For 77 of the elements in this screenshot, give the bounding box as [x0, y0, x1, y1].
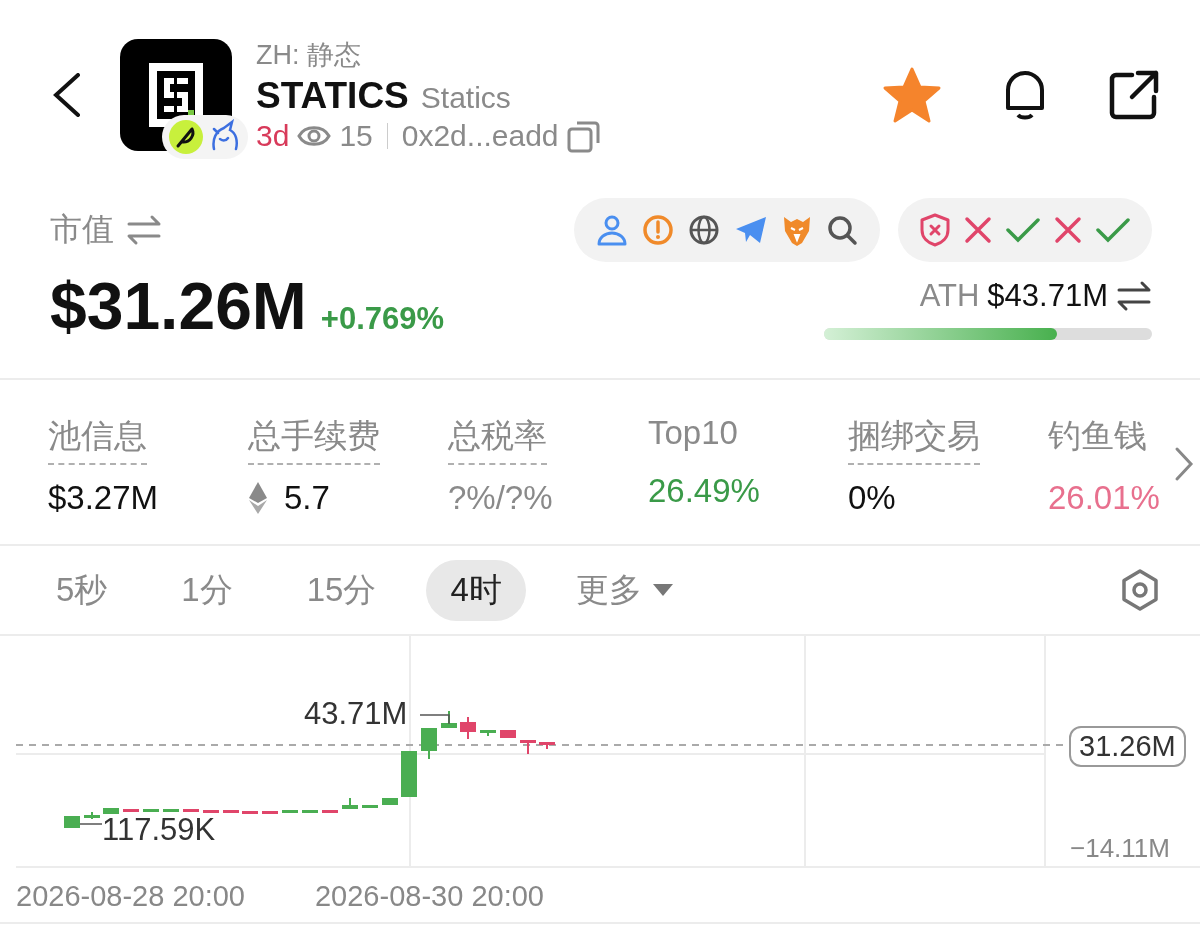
candle: [203, 810, 219, 813]
candle: [322, 810, 338, 813]
stat-label[interactable]: 总手续费: [248, 414, 380, 465]
search-icon[interactable]: [826, 214, 858, 246]
date-label: 2026-08-28 20:00: [16, 880, 245, 914]
axis-label: −14.11M: [1070, 833, 1170, 864]
token-symbol: STATICS: [256, 75, 409, 117]
chevron-right-icon[interactable]: [1174, 446, 1194, 482]
contract-address: 0x2d...eadd: [401, 119, 559, 153]
candle: [302, 810, 318, 813]
stat-label[interactable]: 池信息: [48, 414, 147, 465]
price-change: +0.769%: [320, 301, 445, 336]
timeframe-tab[interactable]: 5秒: [32, 559, 132, 621]
market-cap-label: 市值: [50, 210, 114, 249]
leader-line: [419, 714, 450, 725]
market-cap-value: $31.26M: [50, 269, 307, 343]
stat-value: ?%/?%: [448, 479, 553, 517]
candle: [500, 730, 516, 738]
ethereum-icon: [248, 481, 268, 515]
candle: [242, 811, 258, 814]
candle: [163, 809, 179, 812]
candle: [262, 811, 278, 814]
stat-label: 钓鱼钱: [1048, 416, 1147, 456]
star-icon[interactable]: [882, 66, 942, 124]
candle: [460, 717, 476, 739]
globe-icon[interactable]: [688, 214, 720, 246]
candle: [123, 809, 139, 812]
ath-label: ATH: [919, 278, 980, 314]
candle: [520, 740, 536, 754]
timeframe-tab[interactable]: 4时: [426, 559, 526, 621]
candle: [64, 816, 80, 828]
token-age: 3d: [256, 119, 290, 153]
chinese-name: ZH: 静态: [256, 39, 362, 72]
back-icon[interactable]: [52, 73, 82, 117]
stat-value: 26.01%: [1048, 479, 1160, 517]
candle: [84, 812, 100, 819]
candle: [282, 810, 298, 813]
candle: [382, 798, 398, 805]
candle: [421, 728, 437, 759]
eye-icon: [297, 123, 332, 149]
stat-value: $3.27M: [48, 479, 159, 517]
stat-value: 0%: [848, 479, 896, 517]
candle: [362, 805, 378, 808]
caret-down-icon: [651, 582, 674, 598]
candle: [539, 742, 555, 749]
share-icon[interactable]: [1108, 69, 1160, 121]
stat-value: 5.7: [284, 479, 330, 517]
candle: [143, 809, 159, 812]
low-price-label: 117.59K: [102, 812, 216, 848]
warning-icon[interactable]: [642, 214, 674, 246]
stat-value: 26.49%: [648, 472, 760, 510]
stat-label[interactable]: 总税率: [448, 414, 547, 465]
high-price-label: 43.71M: [304, 696, 408, 732]
leader-line: [79, 823, 103, 825]
paper-plane-icon[interactable]: [734, 214, 768, 246]
candle: [223, 810, 239, 813]
candle: [103, 808, 119, 814]
user-icon[interactable]: [596, 214, 628, 246]
view-count: 15: [339, 119, 373, 153]
current-price-tag: 31.26M: [1069, 726, 1186, 767]
candle: [480, 730, 496, 736]
date-label: 2026-08-30 20:00: [315, 880, 544, 914]
swap-icon[interactable]: [1116, 280, 1152, 312]
candle: [441, 711, 457, 728]
ath-value: $43.71M: [987, 278, 1108, 314]
stat-label[interactable]: 捆绑交易: [848, 414, 980, 465]
candle: [342, 798, 358, 809]
copy-icon[interactable]: [566, 119, 601, 153]
feather-icon: [168, 119, 204, 155]
timeframe-tab[interactable]: 15分: [282, 559, 401, 621]
token-name: Statics: [420, 81, 511, 115]
timeframe-tab[interactable]: 1分: [157, 559, 257, 621]
timeframe-tab[interactable]: 更多: [551, 559, 698, 621]
candle: [401, 751, 417, 797]
shield-x-icon: [920, 213, 950, 247]
stat-label: Top10: [648, 414, 738, 453]
candle: [183, 809, 199, 812]
